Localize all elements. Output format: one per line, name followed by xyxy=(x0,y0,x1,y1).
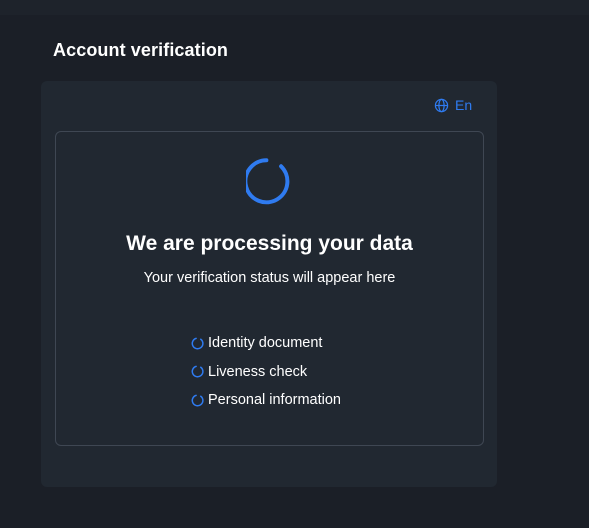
step-personal-information: Personal information xyxy=(191,390,341,410)
step-label: Personal information xyxy=(208,392,341,408)
language-label: En xyxy=(455,97,473,113)
loading-spinner-icon xyxy=(243,157,294,205)
page-title: Account verification xyxy=(53,40,229,60)
step-liveness-check: Liveness check xyxy=(191,362,341,382)
step-label: Liveness check xyxy=(208,363,308,380)
verification-steps: Identity document Liveness check Persona… xyxy=(191,333,341,419)
top-bar xyxy=(0,0,589,15)
pending-spinner-icon xyxy=(191,394,208,407)
globe-icon xyxy=(434,98,449,113)
pending-spinner-icon xyxy=(191,365,208,378)
language-switcher[interactable]: En xyxy=(434,97,472,113)
step-label: Identity document xyxy=(208,335,323,351)
verification-page: Account verification En We are processin… xyxy=(0,0,589,528)
step-identity-document: Identity document xyxy=(191,333,341,353)
pending-spinner-icon xyxy=(191,337,208,350)
status-subheading: Your verification status will appear her… xyxy=(143,270,396,286)
status-heading: We are processing your data xyxy=(126,232,413,255)
